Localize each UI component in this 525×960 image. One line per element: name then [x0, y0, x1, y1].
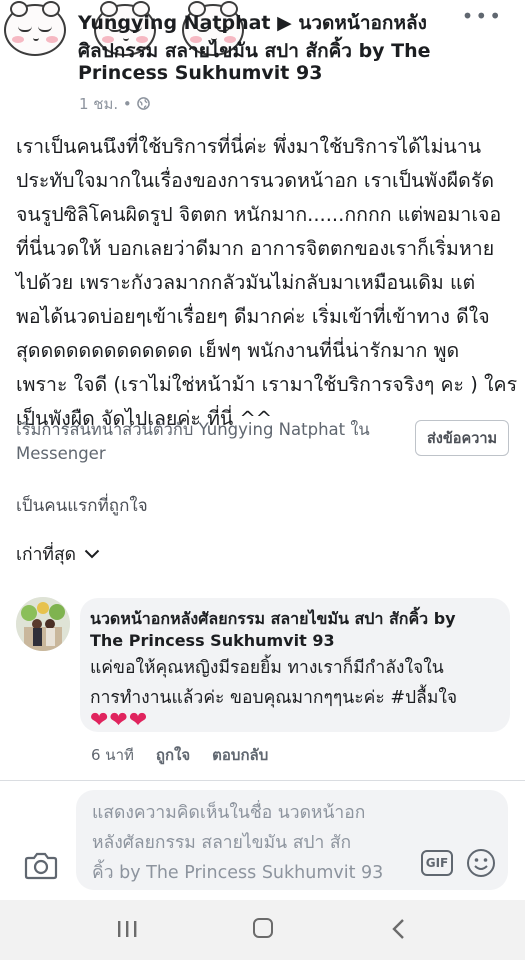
globe-icon: [136, 97, 150, 110]
emoji-icon[interactable]: [466, 848, 496, 878]
comment-input-placeholder[interactable]: แสดงความคิดเห็นในชื่อ นวดหน้าอก หลังศัลย…: [92, 798, 383, 888]
comment-text-line1: แค่ขอให้คุณหญิงมีรอยยิ้ม ทางเราก็มีกำลัง…: [90, 658, 444, 678]
first-to-like-text[interactable]: เป็นคนแรกที่ถูกใจ: [16, 492, 148, 519]
chevron-down-icon: [84, 549, 100, 559]
post-line: ที่นี่นวดให้ บอกเลยว่าดีมาก อาการจิตตกขอ…: [16, 237, 495, 260]
post-line: ไปด้วย เพราะกังวลมากกลัวมันไม่กลับมาเหมื…: [16, 271, 476, 294]
post-time-text: 1 ชม. •: [79, 95, 137, 113]
post-time[interactable]: 1 ชม. •: [79, 92, 150, 116]
divider: [0, 780, 525, 781]
camera-icon[interactable]: [24, 850, 58, 880]
comment-actions: 6 นาที ถูกใจ ตอบกลับ: [91, 743, 268, 767]
recent-apps-icon[interactable]: [116, 918, 138, 940]
post-author-line[interactable]: Yungying Natphat ▶ นวดหน้าอกหลัง: [78, 8, 427, 38]
messenger-prompt: เริ่มการสนทนาส่วนตัวกับ Yungying Natphat…: [16, 418, 370, 466]
commenter-avatar[interactable]: [16, 597, 70, 651]
post-line: ประทับใจมากในเรื่องของการนวดหน้าอก เราเป…: [16, 169, 494, 192]
comment-placeholder-line3: คิ้ว by The Princess Sukhumvit 93: [92, 863, 384, 883]
post-line: พอได้นวดบ่อยๆเข้าเรื่อยๆ ดีมากค่ะ เริ่มเ…: [16, 305, 490, 328]
commenter-name-line2: The Princess Sukhumvit 93: [90, 631, 335, 650]
reply-comment-button[interactable]: ตอบกลับ: [212, 743, 268, 767]
home-icon[interactable]: [253, 918, 273, 938]
commenter-name[interactable]: นวดหน้าอกหลังศัลยกรรม สลายไขมัน สปา สักค…: [90, 608, 456, 652]
comment-placeholder-line1: แสดงความคิดเห็นในชื่อ นวดหน้าอก: [92, 803, 366, 823]
post-line: สุดดดดดดดดดดดดด เย็ฟๆ พนักงานที่นี่น่ารั…: [16, 339, 460, 362]
send-message-button[interactable]: ส่งข้อความ: [415, 420, 509, 456]
comment-text: แค่ขอให้คุณหญิงมีรอยยิ้ม ทางเราก็มีกำลัง…: [90, 653, 457, 713]
post-page-name-cont[interactable]: Princess Sukhumvit 93: [78, 62, 322, 84]
like-comment-button[interactable]: ถูกใจ: [156, 743, 190, 767]
post-line: จนรูปซิลิโคนผิดรูป จิตตก หนักมาก......กก…: [16, 203, 502, 226]
comment-time: 6 นาที: [91, 746, 134, 764]
post-line: เราเป็นคนนึงที่ใช้บริการที่นี่ค่ะ พึ่งมา…: [16, 135, 482, 158]
messenger-prompt-line2: Messenger: [16, 444, 106, 463]
back-icon[interactable]: [391, 918, 407, 940]
heart-emoji: ❤❤❤: [90, 708, 149, 733]
post-body: เราเป็นคนนึงที่ใช้บริการที่นี่ค่ะ พึ่งมา…: [16, 130, 518, 436]
sort-label: เก่าที่สุด: [16, 545, 76, 565]
comment-placeholder-line2: หลังศัลยกรรม สลายไขมัน สปา สัก: [92, 833, 352, 853]
more-options-icon[interactable]: •••: [462, 4, 503, 28]
comment-sort-dropdown[interactable]: เก่าที่สุด: [16, 540, 100, 568]
post-line: เพราะ ใจดี (เราไม่ใช่หน้าม้า เรามาใช้บริ…: [16, 373, 518, 396]
gif-button[interactable]: GIF: [421, 850, 453, 876]
sticker-mask-1: [4, 1, 66, 56]
commenter-name-line1: นวดหน้าอกหลังศัลยกรรม สลายไขมัน สปา สักค…: [90, 609, 456, 628]
messenger-prompt-line1: เริ่มการสนทนาส่วนตัวกับ Yungying Natphat…: [16, 420, 370, 439]
